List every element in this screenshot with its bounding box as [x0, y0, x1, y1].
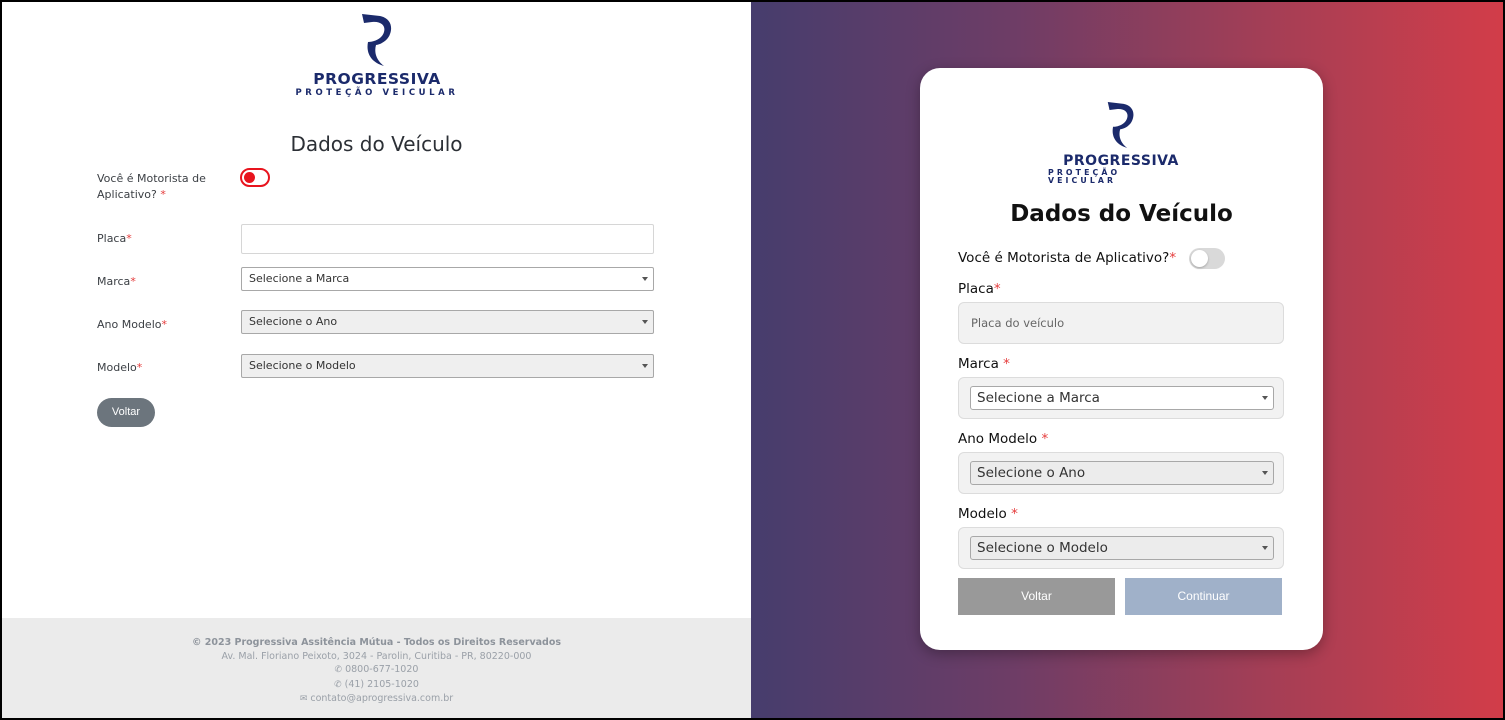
- brand-select[interactable]: Selecione a Marca: [970, 386, 1274, 410]
- brand-name: PROGRESSIVA: [1063, 153, 1179, 169]
- brand-tagline: PROTEÇÃO VEICULAR: [1048, 168, 1121, 185]
- shield-logo-icon: [362, 14, 392, 66]
- model-select[interactable]: Selecione o Modelo: [241, 354, 654, 378]
- plate-label: Placa*: [97, 232, 132, 245]
- year-label: Ano Modelo *: [958, 431, 1049, 447]
- brand-field: Selecione a Marca: [958, 377, 1284, 419]
- model-label: Modelo*: [97, 361, 143, 374]
- driver-question-label: Você é Motorista de Aplicativo?*: [958, 250, 1177, 266]
- brand-select[interactable]: Selecione a Marca: [241, 267, 654, 291]
- footer-address: Av. Mal. Floriano Peixoto, 3024 - Paroli…: [221, 650, 532, 662]
- driver-question-label: Você é Motorista de Aplicativo? *: [97, 172, 206, 201]
- chevron-down-icon: [642, 364, 648, 368]
- brand-tagline: PROTEÇÃO VEICULAR: [295, 87, 459, 98]
- model-field: Selecione o Modelo: [958, 527, 1284, 569]
- company-logo: PROGRESSIVA PROTEÇÃO VEICULAR: [1048, 100, 1194, 185]
- chevron-down-icon: [642, 320, 648, 324]
- phone-icon: ✆: [334, 665, 343, 675]
- footer-phone-1: ✆ 0800-677-1020: [2, 663, 751, 678]
- plate-input[interactable]: [241, 224, 654, 254]
- old-form-panel: PROGRESSIVA PROTEÇÃO VEICULAR Dados do V…: [2, 2, 751, 718]
- footer: © 2023 Progressiva Assitência Mútua - To…: [2, 618, 751, 718]
- toggle-knob: [1191, 250, 1208, 267]
- company-logo: PROGRESSIVA PROTEÇÃO VEICULAR: [294, 12, 460, 97]
- new-form-panel: PROGRESSIVA PROTEÇÃO VEICULAR Dados do V…: [751, 2, 1503, 718]
- phone-icon: ✆: [334, 679, 342, 690]
- chevron-down-icon: [1262, 471, 1268, 475]
- page-title: Dados do Veículo: [290, 132, 463, 156]
- chevron-down-icon: [1262, 546, 1268, 550]
- footer-email[interactable]: ✉ contato@aprogressiva.com.br: [2, 692, 751, 707]
- driver-toggle[interactable]: [1189, 248, 1225, 269]
- model-label: Modelo *: [958, 506, 1018, 522]
- driver-toggle[interactable]: [240, 168, 270, 187]
- plate-label: Placa*: [958, 281, 1001, 297]
- shield-logo-icon: [1107, 102, 1134, 148]
- year-label: Ano Modelo*: [97, 318, 167, 331]
- form-card: PROGRESSIVA PROTEÇÃO VEICULAR Dados do V…: [920, 68, 1323, 650]
- chevron-down-icon: [642, 277, 648, 281]
- back-button[interactable]: Voltar: [958, 578, 1115, 615]
- toggle-knob: [244, 172, 255, 183]
- brand-name: PROGRESSIVA: [313, 70, 441, 88]
- year-select[interactable]: Selecione o Ano: [970, 461, 1274, 485]
- brand-label: Marca*: [97, 275, 136, 288]
- year-select[interactable]: Selecione o Ano: [241, 310, 654, 334]
- continue-button[interactable]: Continuar: [1125, 578, 1282, 615]
- brand-label: Marca *: [958, 356, 1010, 372]
- plate-input[interactable]: Placa do veículo: [958, 302, 1284, 344]
- footer-copyright: © 2023 Progressiva Assitência Mútua - To…: [191, 637, 562, 648]
- chevron-down-icon: [1262, 396, 1268, 400]
- back-button[interactable]: Voltar: [97, 398, 155, 427]
- footer-phone-2: ✆ (41) 2105-1020: [2, 678, 751, 693]
- envelope-icon: ✉: [299, 694, 308, 704]
- year-field: Selecione o Ano: [958, 452, 1284, 494]
- model-select[interactable]: Selecione o Modelo: [970, 536, 1274, 560]
- page-title: Dados do Veículo: [1010, 201, 1233, 227]
